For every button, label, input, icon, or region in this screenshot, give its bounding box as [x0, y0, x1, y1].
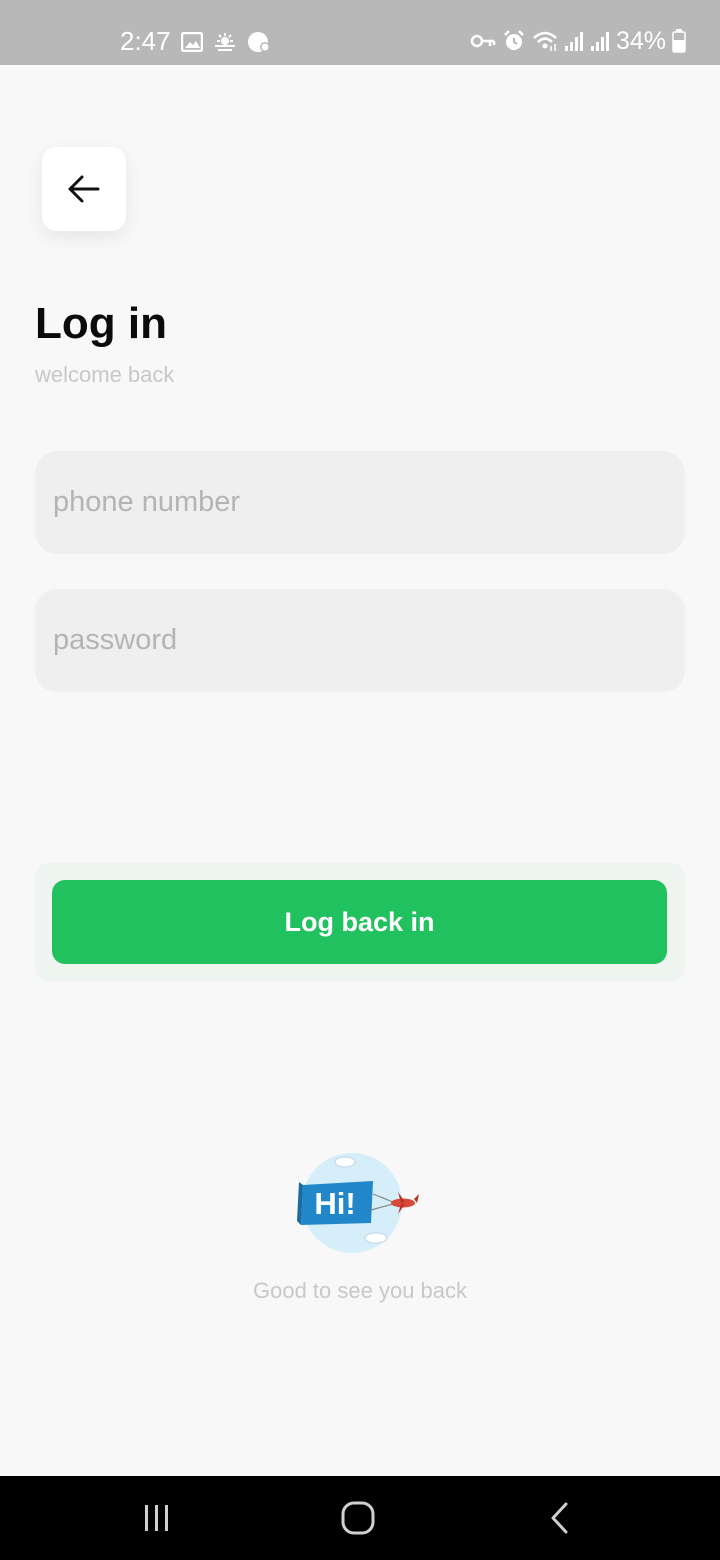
recents-button[interactable]: [137, 1498, 177, 1538]
page-title: Log in: [35, 299, 167, 348]
illustration-text: Hi!: [314, 1186, 355, 1221]
login-button-container: Log back in: [35, 863, 685, 982]
weather-icon: [215, 33, 235, 51]
password-field[interactable]: [35, 589, 685, 692]
wifi-icon: [533, 31, 557, 51]
home-button[interactable]: [338, 1498, 378, 1538]
recents-icon: [145, 1505, 168, 1531]
home-icon: [341, 1501, 375, 1535]
status-bar: 2:47 34%: [0, 0, 720, 65]
footer-message: Good to see you back: [252, 1278, 468, 1303]
app-badge-icon: [248, 32, 270, 52]
arrow-left-icon: [68, 175, 100, 203]
signal-icon: [564, 32, 583, 51]
image-icon: [181, 32, 203, 52]
system-back-button[interactable]: [540, 1498, 580, 1538]
log-back-in-button[interactable]: Log back in: [52, 880, 667, 964]
hi-plane-illustration: Hi!: [297, 1153, 419, 1253]
status-time: 2:47: [120, 26, 171, 56]
status-notification-icons: [181, 30, 271, 54]
system-nav-bar: [0, 1476, 720, 1560]
back-icon: [551, 1502, 568, 1534]
alarm-icon: [504, 30, 524, 50]
phone-number-field[interactable]: [35, 451, 685, 554]
page-subtitle: welcome back: [35, 362, 175, 387]
battery-icon: [672, 29, 686, 53]
vpn-key-icon: [470, 34, 496, 48]
back-button[interactable]: [42, 147, 126, 231]
signal-icon: [590, 32, 609, 51]
status-system-icons: 34%: [470, 26, 686, 56]
battery-percent: 34%: [615, 26, 666, 55]
